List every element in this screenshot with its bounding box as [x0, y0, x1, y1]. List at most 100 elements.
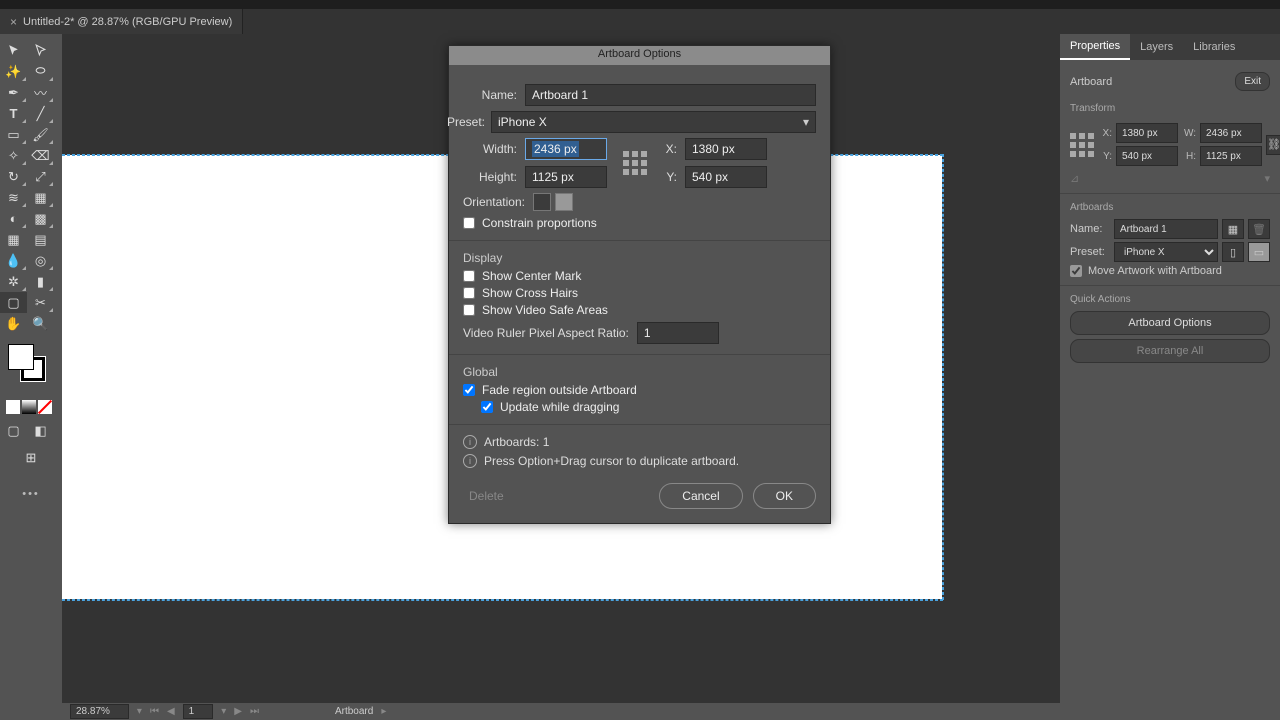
- move-artwork-checkbox[interactable]: [1070, 265, 1082, 277]
- dialog-title: Artboard Options: [449, 46, 830, 65]
- free-transform-tool-icon[interactable]: ▦: [27, 187, 54, 208]
- document-tab[interactable]: × Untitled-2* @ 28.87% (RGB/GPU Preview): [0, 9, 243, 34]
- tab-layers[interactable]: Layers: [1130, 34, 1183, 60]
- eyedropper-tool-icon[interactable]: 💧: [0, 250, 27, 271]
- artboard-options-button[interactable]: Artboard Options: [1070, 311, 1270, 335]
- tab-properties[interactable]: Properties: [1060, 34, 1130, 60]
- selection-type: Artboard: [1070, 76, 1112, 88]
- paintbrush-tool-icon[interactable]: 🖌: [27, 124, 54, 145]
- gradient-mode-icon[interactable]: [22, 400, 36, 414]
- none-mode-icon[interactable]: [38, 400, 52, 414]
- orientation-portrait-button[interactable]: [533, 193, 551, 211]
- info-icon: i: [463, 435, 477, 449]
- shape-builder-tool-icon[interactable]: ◐: [0, 208, 27, 229]
- x-field[interactable]: [1116, 123, 1178, 143]
- app-titlebar: [0, 0, 1280, 9]
- reference-point-icon[interactable]: [1070, 133, 1094, 157]
- blend-tool-icon[interactable]: ◎: [27, 250, 54, 271]
- transform-header: Transform: [1070, 103, 1270, 114]
- symbol-sprayer-tool-icon[interactable]: ✲: [0, 271, 27, 292]
- nav-prev-icon[interactable]: ◀: [167, 706, 175, 717]
- column-graph-tool-icon[interactable]: ▮: [27, 271, 54, 292]
- line-tool-icon[interactable]: ╱: [27, 103, 54, 124]
- mesh-tool-icon[interactable]: ▦: [0, 229, 27, 250]
- orientation-portrait-icon[interactable]: ▯: [1222, 242, 1244, 262]
- pen-tool-icon[interactable]: ✒: [0, 82, 27, 103]
- artboard-options-icon[interactable]: ▦: [1222, 219, 1244, 239]
- fill-swatch[interactable]: [8, 344, 34, 370]
- delete-button: Delete: [463, 483, 526, 509]
- tools-panel: ✨ ✒〰 T╱ ▭🖌 ✧⌫ ↻⤢ ≋▦ ◐▩ ▦▤ 💧◎ ✲▮ ▢✂ ✋🔍 ▢◧…: [0, 34, 62, 720]
- curvature-tool-icon[interactable]: 〰: [27, 82, 54, 103]
- exit-button[interactable]: Exit: [1235, 72, 1270, 91]
- fade-region-checkbox[interactable]: [463, 384, 475, 396]
- width-tool-icon[interactable]: ≋: [0, 187, 27, 208]
- document-tabbar: × Untitled-2* @ 28.87% (RGB/GPU Preview): [0, 9, 1280, 34]
- type-tool-icon[interactable]: T: [0, 103, 27, 124]
- tab-libraries[interactable]: Libraries: [1183, 34, 1245, 60]
- hand-tool-icon[interactable]: ✋: [0, 313, 27, 334]
- artboard-name-field[interactable]: [1114, 219, 1218, 239]
- tab-title: Untitled-2* @ 28.87% (RGB/GPU Preview): [23, 16, 232, 28]
- width-input[interactable]: 2436 px: [525, 138, 607, 160]
- info-icon: i: [463, 454, 477, 468]
- artboard-tool-icon[interactable]: ▢: [0, 292, 27, 313]
- close-icon[interactable]: ×: [10, 15, 17, 29]
- slice-tool-icon[interactable]: ✂: [27, 292, 54, 313]
- nav-last-icon[interactable]: ⏭: [250, 706, 259, 717]
- nav-first-icon[interactable]: ⏮: [150, 706, 159, 717]
- orientation-landscape-button[interactable]: [555, 193, 573, 211]
- show-center-checkbox[interactable]: [463, 270, 475, 282]
- rearrange-all-button: Rearrange All: [1070, 339, 1270, 363]
- rectangle-tool-icon[interactable]: ▭: [0, 124, 27, 145]
- update-dragging-checkbox[interactable]: [481, 401, 493, 413]
- right-panels: Properties Layers Libraries Artboard Exi…: [1060, 34, 1280, 720]
- scale-tool-icon[interactable]: ⤢: [27, 166, 54, 187]
- artboard-edge: [62, 599, 943, 601]
- gradient-tool-icon[interactable]: ▤: [27, 229, 54, 250]
- zoom-tool-icon[interactable]: 🔍: [27, 313, 54, 334]
- color-swatches[interactable]: [0, 344, 62, 384]
- ruler-ratio-input[interactable]: [637, 322, 719, 344]
- orientation-landscape-icon[interactable]: ▭: [1248, 242, 1270, 262]
- magic-wand-tool-icon[interactable]: ✨: [0, 61, 27, 82]
- rotate-tool-icon[interactable]: ↻: [0, 166, 27, 187]
- shaper-tool-icon[interactable]: ✧: [0, 145, 27, 166]
- edit-toolbar-icon[interactable]: ⊞: [18, 447, 45, 468]
- h-field[interactable]: [1200, 146, 1262, 166]
- link-wh-icon[interactable]: ⛓: [1266, 135, 1280, 155]
- artboard-options-dialog: Artboard Options Name: Preset: iPhone X …: [448, 45, 831, 524]
- artboard-nav-field[interactable]: 1: [183, 704, 214, 719]
- artboard-edge: [942, 154, 944, 600]
- artboards-header: Artboards: [1070, 202, 1270, 213]
- color-mode-icon[interactable]: [6, 400, 20, 414]
- zoom-field[interactable]: 28.87%: [70, 704, 129, 719]
- quick-actions-header: Quick Actions: [1070, 294, 1270, 305]
- selection-tool-icon[interactable]: [0, 40, 27, 61]
- ok-button[interactable]: OK: [753, 483, 816, 509]
- screen-mode-icon[interactable]: ▢: [0, 420, 27, 441]
- eraser-tool-icon[interactable]: ⌫: [27, 145, 54, 166]
- reference-point-icon[interactable]: [623, 151, 647, 175]
- nav-next-icon[interactable]: ▶: [234, 706, 242, 717]
- x-input[interactable]: [685, 138, 767, 160]
- w-field[interactable]: [1200, 123, 1262, 143]
- show-safe-checkbox[interactable]: [463, 304, 475, 316]
- lasso-tool-icon[interactable]: [27, 61, 54, 82]
- draw-mode-icon[interactable]: ◧: [27, 420, 54, 441]
- y-field[interactable]: [1116, 146, 1178, 166]
- preset-select[interactable]: iPhone X: [491, 111, 816, 133]
- status-text: Artboard: [335, 706, 373, 717]
- delete-artboard-icon[interactable]: 🗑: [1248, 219, 1270, 239]
- more-tools-icon[interactable]: •••: [0, 488, 62, 500]
- cancel-button[interactable]: Cancel: [659, 483, 742, 509]
- y-input[interactable]: [685, 166, 767, 188]
- preset-select[interactable]: iPhone X: [1114, 242, 1218, 262]
- status-bar: 28.87%▾ ⏮ ◀ 1▾ ▶ ⏭ Artboard ▸: [62, 703, 1060, 720]
- show-cross-checkbox[interactable]: [463, 287, 475, 299]
- perspective-grid-tool-icon[interactable]: ▩: [27, 208, 54, 229]
- name-input[interactable]: [525, 84, 816, 106]
- height-input[interactable]: [525, 166, 607, 188]
- constrain-checkbox[interactable]: [463, 217, 475, 229]
- direct-selection-tool-icon[interactable]: [27, 40, 54, 61]
